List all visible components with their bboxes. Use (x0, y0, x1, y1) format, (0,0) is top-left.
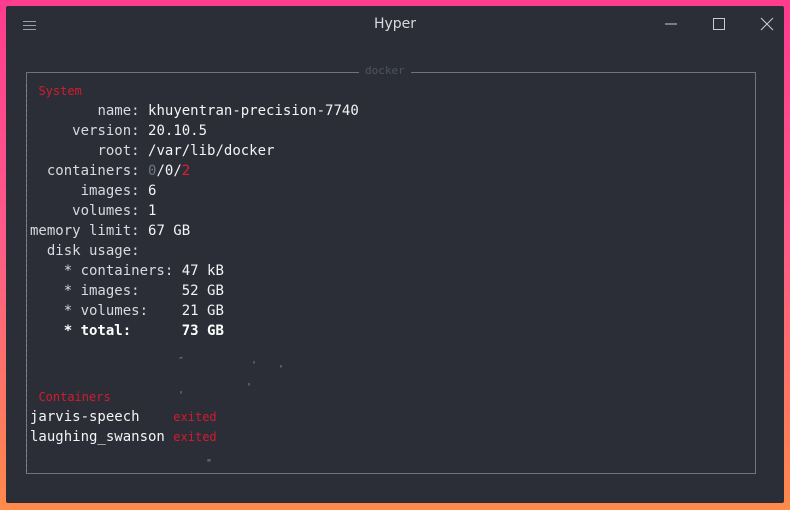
containers-line: containers: 0/0/2 (46, 163, 191, 179)
disk-total-label: * total: (63, 323, 132, 339)
root-line: root: /var/lib/docker (30, 141, 274, 161)
images-label: images: (80, 183, 140, 199)
container-status: exited (173, 410, 217, 424)
left-rule (26, 84, 27, 472)
noise-mark: " (206, 458, 213, 469)
disk-containers-label: * containers: (63, 263, 174, 279)
name-value: khuyentran-precision-7740 (148, 103, 359, 119)
containers-stopped: 2 (181, 163, 191, 179)
disk-images-line: * images: 52 GB (30, 281, 224, 301)
containers-paused: 0 (164, 163, 174, 179)
images-value: 6 (148, 183, 157, 199)
disk-volumes-value: 21 GB (181, 303, 224, 319)
container-row: laughing_swanson exited (30, 427, 217, 447)
container-name: jarvis-speech (30, 409, 140, 425)
maximize-icon (713, 18, 725, 30)
containers-heading: Containers (38, 390, 111, 404)
minimize-icon (665, 23, 677, 25)
minimize-button[interactable] (658, 12, 684, 36)
name-line: name: khuyentran-precision-7740 (30, 101, 359, 121)
noise-mark: ' (251, 360, 258, 371)
volumes-line: volumes: 1 (30, 201, 156, 221)
version-label: version: (72, 123, 140, 139)
disk-usage-label: disk usage: (46, 243, 140, 259)
maximize-button[interactable] (706, 12, 732, 36)
container-name: laughing_swanson (30, 429, 165, 445)
version-value: 20.10.5 (148, 123, 208, 139)
volumes-value: 1 (148, 203, 157, 219)
root-label: root: (97, 143, 140, 159)
terminal-area[interactable]: docker System name: khuyentran-precision… (6, 46, 784, 503)
disk-containers-line: * containers: 47 kB (30, 261, 224, 281)
disk-images-value: 52 GB (181, 283, 224, 299)
memory-label: memory limit: (30, 223, 140, 239)
name-label: name: (97, 103, 140, 119)
system-heading-line: System (30, 81, 82, 101)
noise-mark: ' (178, 390, 185, 401)
container-status: exited (173, 430, 217, 444)
hyper-window: Hyper docker System name: khuyentran-pre… (6, 6, 784, 503)
memory-line: memory limit: 67 GB (30, 221, 190, 241)
images-line: images: 6 (30, 181, 157, 201)
close-button[interactable] (754, 12, 780, 36)
disk-volumes-line: * volumes: 21 GB (30, 301, 224, 321)
noise-mark: ' (278, 364, 285, 375)
disk-usage-line: disk usage: (30, 241, 140, 261)
close-icon (760, 17, 774, 31)
disk-total-value: 73 GB (181, 323, 224, 339)
disk-total-line: * total: 73 GB (30, 321, 224, 341)
noise-mark: ″ (178, 356, 185, 367)
version-line: version: 20.10.5 (30, 121, 207, 141)
system-heading: System (38, 84, 82, 98)
disk-volumes-label: * volumes: (63, 303, 149, 319)
containers-running: 0 (148, 163, 157, 179)
volumes-label: volumes: (72, 203, 140, 219)
containers-label: containers: (46, 163, 140, 179)
frame-title: docker (359, 64, 411, 78)
disk-containers-value: 47 kB (181, 263, 224, 279)
root-value: /var/lib/docker (148, 143, 275, 159)
disk-images-label: * images: (63, 283, 140, 299)
container-row: jarvis-speech exited (30, 407, 217, 427)
containers-heading-line: Containers (30, 387, 111, 407)
title-bar: Hyper (6, 6, 784, 46)
memory-value: 67 GB (148, 223, 191, 239)
noise-mark: ' (246, 382, 253, 393)
